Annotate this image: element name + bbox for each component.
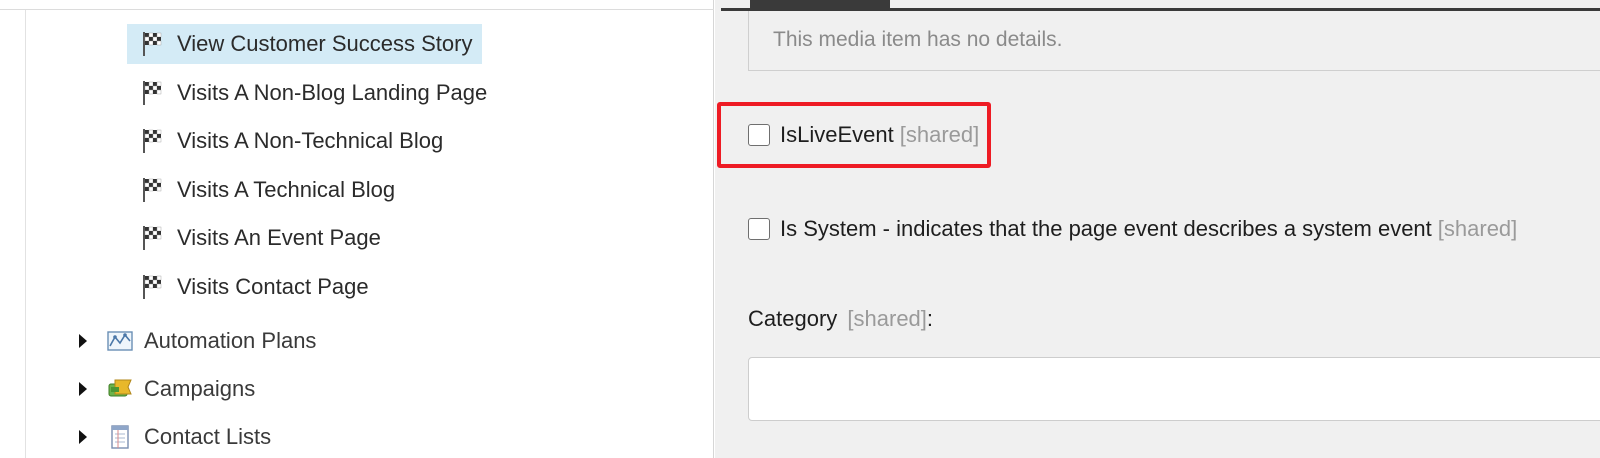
tree-item-visits-contact-page[interactable]: Visits Contact Page xyxy=(127,267,369,307)
category-label: Category [shared]: xyxy=(748,306,933,332)
contact-list-icon xyxy=(106,424,134,450)
is-system-field: Is System - indicates that the page even… xyxy=(748,216,1517,242)
checkered-flag-icon xyxy=(141,128,165,154)
tree-item-campaigns[interactable]: Campaigns xyxy=(106,369,255,409)
editor-active-tab[interactable] xyxy=(750,0,890,8)
category-label-colon: : xyxy=(926,306,934,331)
is-live-event-field: IsLiveEvent [shared] xyxy=(748,122,979,148)
is-system-checkbox[interactable] xyxy=(748,218,770,240)
tree-item-label: Visits A Technical Blog xyxy=(177,177,396,202)
tree-item-view-customer-success-story[interactable]: View Customer Success Story xyxy=(127,24,483,64)
automation-plan-icon xyxy=(106,328,134,354)
is-system-label: Is System - indicates that the page even… xyxy=(780,216,1432,241)
triangle-right-icon xyxy=(79,382,87,396)
shared-tag: [shared] xyxy=(847,306,927,331)
checkered-flag-icon xyxy=(141,177,165,203)
media-details-box: This media item has no details. xyxy=(748,11,1600,71)
category-input[interactable] xyxy=(748,357,1600,421)
tree-item-label: View Customer Success Story xyxy=(177,31,473,56)
checkered-flag-icon xyxy=(141,225,165,251)
tree-gutter-line xyxy=(25,10,26,458)
expand-campaigns-button[interactable] xyxy=(76,380,90,398)
expand-contact-lists-button[interactable] xyxy=(76,428,90,446)
tree-item-label: Contact Lists xyxy=(144,424,272,449)
tree-item-label: Visits A Non-Technical Blog xyxy=(177,128,444,153)
media-details-message: This media item has no details. xyxy=(773,28,1063,51)
tree-item-visits-non-technical-blog[interactable]: Visits A Non-Technical Blog xyxy=(127,121,443,161)
shared-tag: [shared] xyxy=(899,122,980,147)
expand-automation-plans-button[interactable] xyxy=(76,332,90,350)
tree-item-contact-lists[interactable]: Contact Lists xyxy=(106,417,271,457)
shared-tag: [shared] xyxy=(1437,216,1518,241)
tree-item-label: Visits An Event Page xyxy=(177,225,381,250)
checkered-flag-icon xyxy=(141,31,165,57)
tree-item-label: Automation Plans xyxy=(144,328,317,353)
category-label-text: Category xyxy=(748,306,838,331)
triangle-right-icon xyxy=(79,334,87,348)
tree-top-divider xyxy=(0,9,714,10)
content-tree-panel: View Customer Success Story Visits A Non… xyxy=(0,0,714,458)
triangle-right-icon xyxy=(79,430,87,444)
is-live-event-checkbox[interactable] xyxy=(748,124,770,146)
tree-item-label: Visits A Non-Blog Landing Page xyxy=(177,80,488,105)
checkered-flag-icon xyxy=(141,274,165,300)
is-live-event-label: IsLiveEvent xyxy=(780,122,894,147)
campaigns-icon xyxy=(106,376,134,402)
checkered-flag-icon xyxy=(141,80,165,106)
tree-item-visits-non-blog-landing-page[interactable]: Visits A Non-Blog Landing Page xyxy=(127,73,487,113)
tree-item-label: Visits Contact Page xyxy=(177,274,369,299)
item-details-panel: This media item has no details. IsLiveEv… xyxy=(715,0,1600,458)
tree-item-visits-technical-blog[interactable]: Visits A Technical Blog xyxy=(127,170,395,210)
tree-item-visits-event-page[interactable]: Visits An Event Page xyxy=(127,218,381,258)
tree-item-label: Campaigns xyxy=(144,376,256,401)
tree-item-automation-plans[interactable]: Automation Plans xyxy=(106,321,316,361)
